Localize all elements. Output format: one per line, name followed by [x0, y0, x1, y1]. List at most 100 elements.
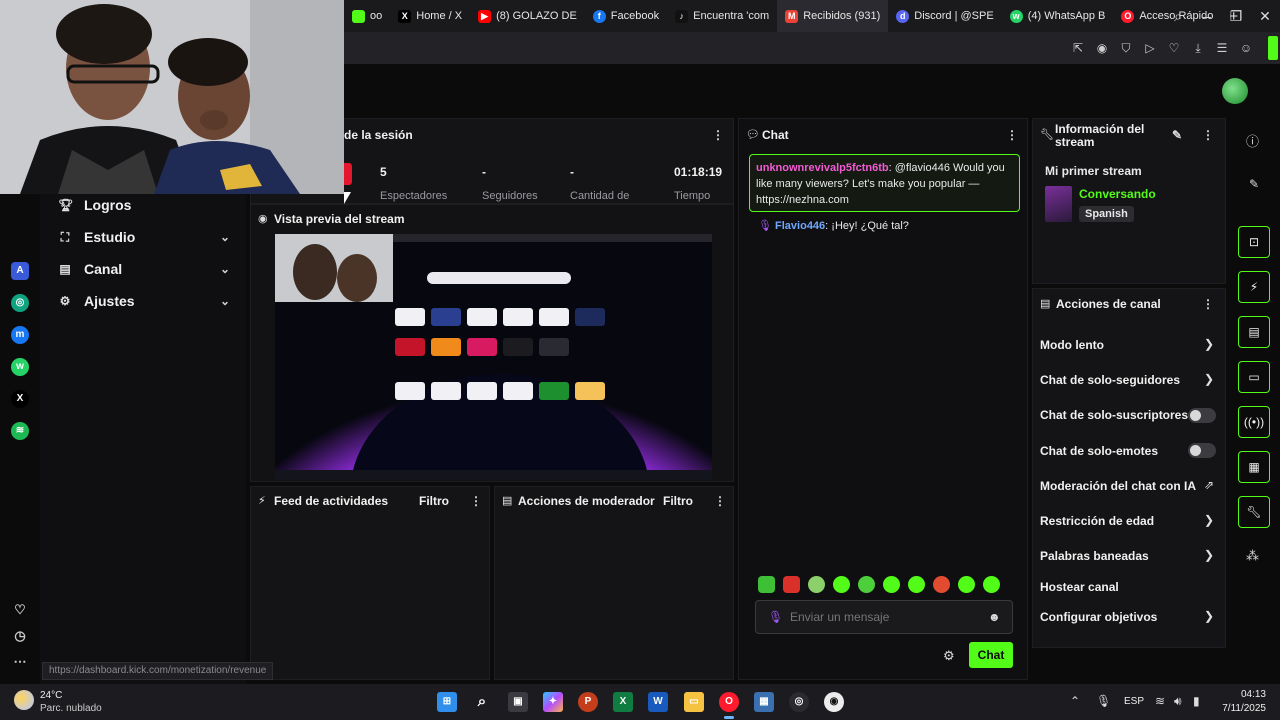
calculator-icon[interactable]: ▦	[754, 692, 774, 712]
spotify-icon[interactable]: ≋	[11, 422, 29, 440]
kebab-icon[interactable]: ⋮	[1202, 128, 1214, 142]
kebab-icon[interactable]: ⋮	[714, 494, 726, 508]
chat-input[interactable]	[790, 608, 970, 626]
task-view-icon[interactable]: ▣	[508, 692, 528, 712]
wrench-icon[interactable]: 🔧︎	[1238, 496, 1270, 528]
heart-icon[interactable]: ♡	[1166, 40, 1182, 56]
nav-item-logros[interactable]: 🏆︎ Logros	[58, 194, 238, 216]
chat-settings-icon[interactable]: ⚙	[943, 648, 955, 664]
whatsapp-icon[interactable]: w	[11, 358, 29, 376]
action-followers-only[interactable]: Chat de solo-seguidores	[1040, 373, 1180, 387]
edit-icon[interactable]: ✎	[1172, 128, 1182, 142]
emote-icon[interactable]	[858, 576, 875, 593]
chevron-right-icon[interactable]: ❯	[1204, 513, 1214, 527]
excel-icon[interactable]: X	[613, 692, 633, 712]
nav-item-estudio[interactable]: ⛶ Estudio ⌄	[58, 226, 238, 248]
document-icon[interactable]: ▤	[1238, 316, 1270, 348]
wifi-icon[interactable]: ≋	[1155, 694, 1165, 708]
chevron-right-icon[interactable]: ❯	[1204, 337, 1214, 351]
heart-icon[interactable]: ♡	[11, 601, 29, 619]
emote-icon[interactable]	[908, 576, 925, 593]
windows-start-icon[interactable]: ⊞	[437, 692, 457, 712]
emote-icon[interactable]	[958, 576, 975, 593]
ai-icon[interactable]: A	[11, 262, 29, 280]
chatgpt-icon[interactable]: ◎	[11, 294, 29, 312]
emote-icon[interactable]	[783, 576, 800, 593]
kebab-icon[interactable]: ⋮	[712, 128, 724, 142]
chevron-right-icon[interactable]: ❯	[1204, 372, 1214, 386]
clock-time[interactable]: 04:13	[1212, 689, 1266, 700]
external-link-icon[interactable]: ⇗	[1204, 478, 1214, 492]
action-configure-goals[interactable]: Configurar objetivos	[1040, 610, 1157, 624]
chevron-right-icon[interactable]: ❯	[1204, 609, 1214, 623]
tab-0[interactable]: oo	[344, 0, 390, 32]
app-icon[interactable]: ◉	[824, 692, 844, 712]
menu-icon[interactable]: ☰	[1214, 40, 1230, 56]
avatar[interactable]	[1222, 78, 1248, 104]
shield-icon[interactable]: ⛉	[1118, 40, 1134, 56]
action-banned-words[interactable]: Palabras baneadas	[1040, 549, 1149, 563]
tab-6[interactable]: d Discord | @SPE	[888, 0, 1001, 32]
camera-icon[interactable]: ◉	[1094, 40, 1110, 56]
chat-username[interactable]: unknownrevivalp5fctn6tb	[756, 162, 889, 174]
weather-icon[interactable]	[14, 690, 34, 710]
play-icon[interactable]: ▷	[1142, 40, 1158, 56]
close-icon[interactable]: ✕	[1250, 0, 1280, 32]
more-icon[interactable]: ⋯	[11, 653, 29, 671]
action-slow-mode[interactable]: Modo lento	[1040, 338, 1104, 352]
apps-icon[interactable]: ⁂	[1246, 548, 1259, 564]
powerpoint-icon[interactable]: P	[578, 692, 598, 712]
action-ai-moderation[interactable]: Moderación del chat con IA	[1040, 479, 1196, 493]
tab-2[interactable]: ▶ (8) GOLAZO DE	[470, 0, 585, 32]
language-indicator[interactable]: ESP	[1124, 696, 1144, 707]
volume-icon[interactable]: 🔊︎	[1174, 694, 1182, 709]
chat-send-button[interactable]: Chat	[969, 642, 1013, 668]
word-icon[interactable]: W	[648, 692, 668, 712]
nav-item-canal[interactable]: ▤ Canal ⌄	[58, 258, 238, 280]
history-icon[interactable]: ◷	[11, 627, 29, 645]
battery-icon[interactable]: ▮	[1193, 694, 1200, 708]
subscribers-only-toggle[interactable]	[1188, 408, 1216, 423]
kebab-icon[interactable]: ⋮	[470, 494, 482, 508]
share-icon[interactable]: ⇱	[1070, 40, 1086, 56]
stream-preview-image[interactable]	[275, 234, 712, 480]
action-age-restriction[interactable]: Restricción de edad	[1040, 514, 1154, 528]
action-host-channel[interactable]: Hostear canal	[1040, 580, 1119, 594]
maximize-icon[interactable]: ❐	[1221, 0, 1251, 32]
emote-icon[interactable]	[808, 576, 825, 593]
camera-icon[interactable]: ⊡	[1238, 226, 1270, 258]
broadcast-icon[interactable]: ((•))	[1238, 406, 1270, 438]
chat-username[interactable]: Flavio446	[775, 220, 825, 232]
chat-bubble-icon[interactable]: ▭	[1238, 361, 1270, 393]
emote-icon[interactable]	[758, 576, 775, 593]
kebab-icon[interactable]: ⋮	[1202, 297, 1214, 311]
minimize-icon[interactable]: –	[1192, 0, 1222, 32]
clock-date[interactable]: 7/11/2025	[1212, 703, 1266, 714]
activity-filter[interactable]: Filtro	[419, 494, 449, 508]
sidebar-toggle[interactable]	[1268, 36, 1278, 60]
emotes-only-toggle[interactable]	[1188, 443, 1216, 458]
file-explorer-icon[interactable]: ▭	[684, 692, 704, 712]
stream-category[interactable]: Conversando	[1079, 187, 1156, 201]
emote-icon[interactable]	[833, 576, 850, 593]
tab-3[interactable]: f Facebook	[585, 0, 667, 32]
emote-icon[interactable]	[933, 576, 950, 593]
layout-icon[interactable]: ▦	[1238, 451, 1270, 483]
opera-icon[interactable]: O	[719, 692, 739, 712]
emote-icon[interactable]	[983, 576, 1000, 593]
tab-7[interactable]: w (4) WhatsApp B	[1002, 0, 1114, 32]
x-icon[interactable]: X	[11, 390, 29, 408]
tab-4[interactable]: ♪ Encuentra 'com	[667, 0, 777, 32]
info-icon[interactable]: ⓘ	[1246, 131, 1259, 150]
chevron-right-icon[interactable]: ❯	[1204, 548, 1214, 562]
search-tabs-icon[interactable]: ⌕	[1163, 0, 1193, 32]
emoji-icon[interactable]: ☻	[988, 610, 1001, 624]
profile-icon[interactable]: ☺	[1238, 40, 1254, 56]
moderator-filter[interactable]: Filtro	[663, 494, 693, 508]
tray-chevron-icon[interactable]: ⌃	[1070, 694, 1080, 708]
kebab-icon[interactable]: ⋮	[1006, 128, 1018, 142]
emote-icon[interactable]	[883, 576, 900, 593]
microphone-icon[interactable]: 🎙︎	[1096, 694, 1111, 708]
messenger-icon[interactable]: m	[11, 326, 29, 344]
nav-item-ajustes[interactable]: ⚙ Ajustes ⌄	[58, 290, 238, 312]
